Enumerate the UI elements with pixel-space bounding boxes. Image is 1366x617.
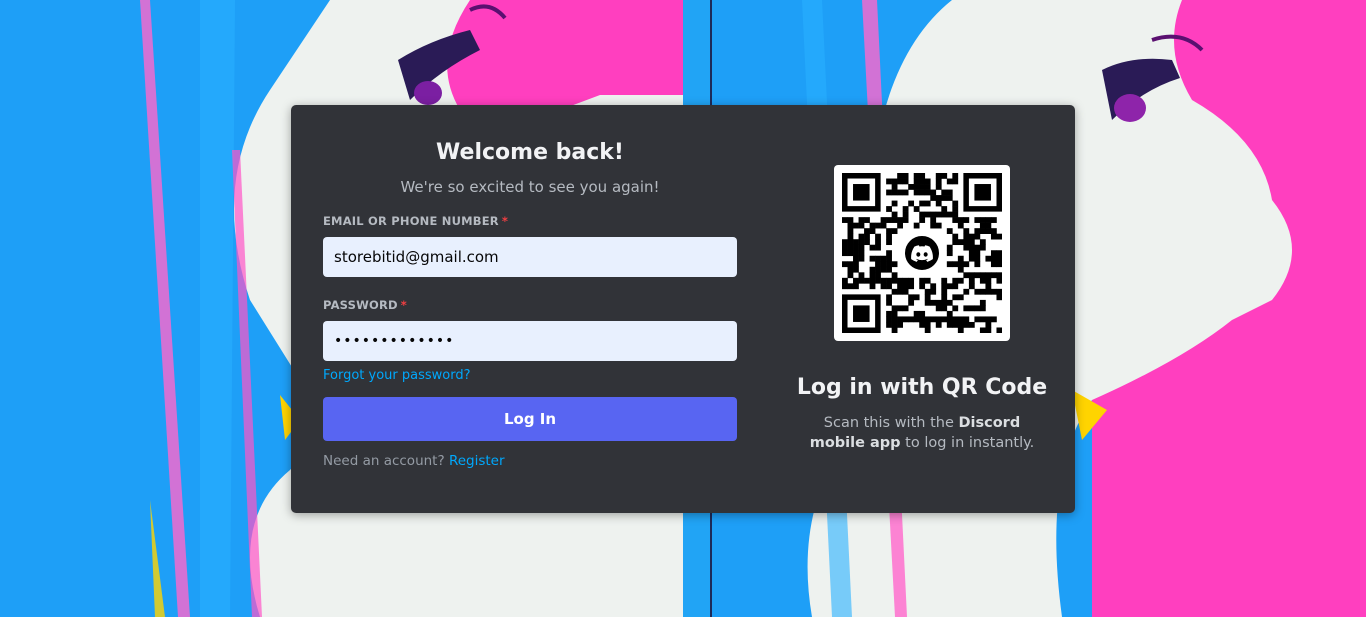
discord-logo-icon: [901, 232, 943, 274]
qr-login-section: Log in with QR Code Scan this with the D…: [785, 165, 1059, 453]
required-marker: *: [501, 214, 509, 228]
password-label-text: PASSWORD: [323, 298, 398, 312]
password-label: PASSWORD *: [323, 297, 737, 313]
register-link[interactable]: Register: [449, 453, 505, 469]
page-title: Welcome back!: [436, 140, 624, 165]
qr-code: [834, 165, 1010, 341]
discord-logo-glyph: [911, 244, 933, 262]
qr-title: Log in with QR Code: [796, 375, 1048, 400]
need-account-text: Need an account?: [323, 453, 445, 469]
email-input[interactable]: storebitid@gmail.com: [323, 237, 737, 277]
forgot-password-link[interactable]: Forgot your password?: [323, 367, 471, 385]
required-marker: *: [400, 298, 408, 312]
password-input[interactable]: •••••••••••••: [323, 321, 737, 361]
register-prompt: Need an account? Register: [323, 451, 737, 471]
email-label-text: EMAIL OR PHONE NUMBER: [323, 214, 499, 228]
qr-desc-suffix: to log in instantly.: [905, 435, 1035, 451]
login-card: Welcome back! We're so excited to see yo…: [291, 105, 1075, 513]
login-button[interactable]: Log In: [323, 397, 737, 441]
page-subtitle: We're so excited to see you again!: [400, 178, 660, 196]
email-label: EMAIL OR PHONE NUMBER *: [323, 213, 737, 229]
login-form: Welcome back! We're so excited to see yo…: [323, 139, 737, 471]
qr-desc-prefix: Scan this with the: [823, 415, 954, 431]
qr-description: Scan this with the Discord mobile app to…: [807, 413, 1037, 453]
